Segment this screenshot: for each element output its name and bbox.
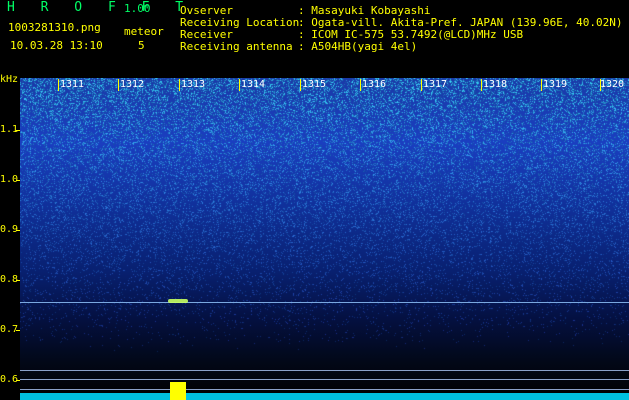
meteor-echo	[168, 299, 188, 303]
y-tick-mark	[16, 280, 20, 281]
signal-level-band	[20, 393, 629, 400]
y-tick-mark	[16, 330, 20, 331]
x-tick-mark	[360, 79, 361, 91]
y-tick-mark	[16, 180, 20, 181]
x-tick-label: 1314	[241, 79, 266, 90]
x-tick-mark	[118, 79, 119, 91]
x-tick-label: 1315	[302, 79, 327, 90]
reference-line	[20, 389, 629, 390]
x-tick-label: 1311	[60, 79, 85, 90]
carrier-line	[20, 302, 629, 303]
y-tick-mark	[16, 130, 20, 131]
datetime-label: 10.03.28 13:10	[10, 39, 103, 52]
meteor-label: meteor	[124, 25, 164, 38]
x-tick-mark	[300, 79, 301, 91]
filename-label: 1003281310.png	[8, 21, 101, 34]
info-value-antenna: : A504HB(yagi 4el)	[298, 40, 418, 53]
x-tick-mark	[239, 79, 240, 91]
x-tick-label: 1317	[423, 79, 448, 90]
x-tick-mark	[179, 79, 180, 91]
meteor-count: 5	[138, 39, 145, 52]
spectrogram-noise	[20, 78, 629, 400]
reference-line	[20, 379, 629, 380]
title-logo: H R O F F T	[7, 0, 193, 15]
x-tick-mark	[58, 79, 59, 91]
x-tick-mark	[481, 79, 482, 91]
x-tick-label: 1319	[543, 79, 568, 90]
info-key-antenna: Receiving antenna	[180, 40, 293, 53]
y-axis-label: kHz	[0, 74, 19, 85]
y-tick-mark	[16, 380, 20, 381]
x-tick-label: 1320	[600, 79, 625, 90]
reference-line	[20, 370, 629, 371]
spectrogram	[20, 78, 629, 400]
meteor-signal-spike	[170, 382, 186, 400]
x-tick-label: 1318	[483, 79, 508, 90]
x-tick-label: 1316	[362, 79, 387, 90]
x-tick-label: 1313	[181, 79, 206, 90]
x-tick-mark	[421, 79, 422, 91]
version-label: 1.00	[124, 2, 151, 15]
x-tick-label: 1312	[120, 79, 145, 90]
y-tick-mark	[16, 230, 20, 231]
x-tick-mark	[541, 79, 542, 91]
